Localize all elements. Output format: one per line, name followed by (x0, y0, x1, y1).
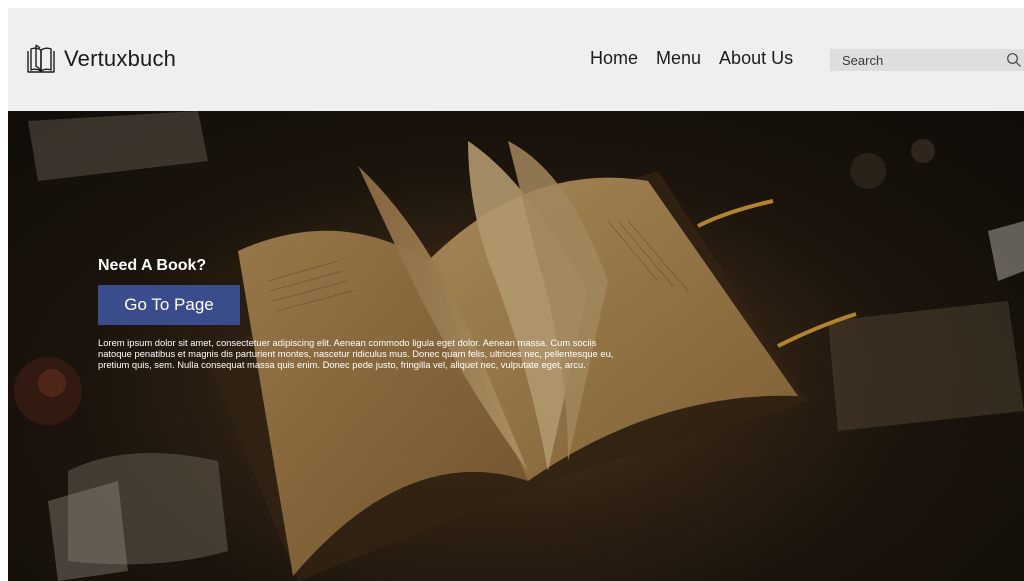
search-box (830, 49, 1024, 71)
search-icon[interactable] (1006, 52, 1022, 68)
brand[interactable]: Vertuxbuch (24, 42, 176, 76)
nav-menu[interactable]: Menu (656, 48, 701, 69)
search-input[interactable] (830, 49, 990, 71)
nav-home[interactable]: Home (590, 48, 638, 69)
navbar: Vertuxbuch Home Menu About Us (8, 8, 1024, 111)
go-to-page-button[interactable]: Go To Page (98, 285, 240, 325)
hero-banner: Need A Book? Go To Page Lorem ipsum dolo… (8, 111, 1024, 581)
book-logo-icon (27, 44, 55, 73)
page-frame: Vertuxbuch Home Menu About Us Search Nee… (8, 8, 1024, 581)
hero-description: Lorem ipsum dolor sit amet, consectetuer… (98, 337, 614, 371)
hero-heading: Need A Book? (98, 257, 207, 274)
main-nav: Home Menu About Us (590, 48, 811, 69)
brand-name: Vertuxbuch (64, 46, 177, 71)
nav-about-us[interactable]: About Us (719, 48, 793, 69)
